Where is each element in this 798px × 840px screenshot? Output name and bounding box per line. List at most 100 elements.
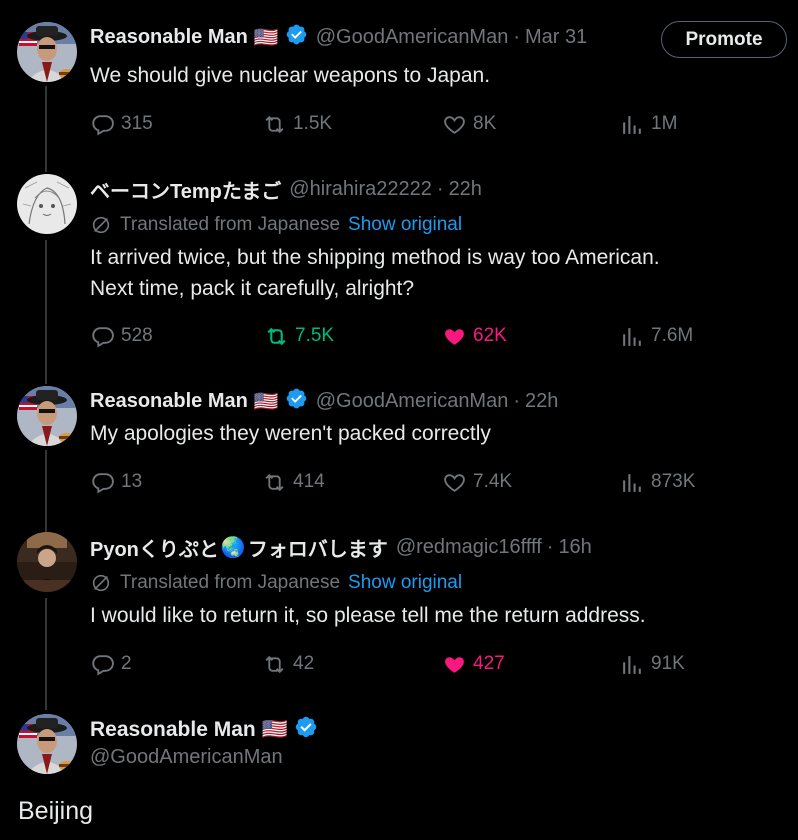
verified-badge-icon xyxy=(285,387,308,416)
tweet-text: We should give nuclear weapons to Japan. xyxy=(90,64,491,87)
avatar[interactable] xyxy=(17,174,77,234)
heart-icon xyxy=(445,328,464,345)
like-count: 8K xyxy=(473,113,497,134)
reply-button[interactable]: 13 xyxy=(90,469,142,495)
display-name[interactable]: Reasonable Man xyxy=(90,718,256,742)
promote-button[interactable]: Promote xyxy=(661,21,787,58)
tweet-header: ベーコンTempたまご @hirahira22222 · 22h xyxy=(90,175,482,204)
avatar[interactable] xyxy=(17,22,77,82)
reply-icon xyxy=(92,654,114,676)
views-button[interactable]: 7.6M xyxy=(620,323,693,349)
analytics-icon xyxy=(623,655,641,674)
reply-icon xyxy=(92,472,114,494)
display-name[interactable]: ベーコンTempたまご xyxy=(90,175,281,204)
display-name-suffix[interactable]: フォロバします xyxy=(248,533,388,562)
retweet-button[interactable]: 414 xyxy=(262,469,325,495)
separator-dot: · xyxy=(513,389,521,412)
avatar-pyon-image xyxy=(17,532,77,592)
retweet-count: 7.5K xyxy=(295,325,335,346)
view-count: 873K xyxy=(651,471,696,492)
retweet-icon xyxy=(265,655,284,673)
main-display-name-row: Reasonable Man 🇺🇸 xyxy=(90,716,318,744)
reply-icon xyxy=(92,326,114,348)
reply-count: 13 xyxy=(121,471,143,492)
tweet[interactable]: Reasonable Man 🇺🇸 @GoodAmericanMan · Mar… xyxy=(0,0,798,160)
tweet-header: Reasonable Man 🇺🇸 @GoodAmericanMan · Mar… xyxy=(90,24,587,50)
avatar-bacon-sketch-image xyxy=(17,174,77,234)
reply-button[interactable]: 315 xyxy=(90,111,153,137)
tweet[interactable]: ベーコンTempたまご @hirahira22222 · 22h Transla… xyxy=(0,160,798,382)
separator-dot: · xyxy=(546,535,554,558)
separator-dot: · xyxy=(513,25,521,48)
tweet[interactable]: Pyonくりぷと 🌏 フォロバします @redmagic16ffff · 16h… xyxy=(0,528,798,704)
user-handle[interactable]: @GoodAmericanMan xyxy=(316,26,509,49)
user-handle[interactable]: @hirahira22222 xyxy=(289,178,432,201)
retweet-button[interactable]: 42 xyxy=(262,651,314,677)
tweet-actions: 315 1.5K 8K 1M xyxy=(90,111,780,137)
tweet[interactable]: Reasonable Man 🇺🇸 @GoodAmericanMan · 22h… xyxy=(0,382,798,528)
tweet-text: My apologies they weren't packed correct… xyxy=(90,422,491,445)
display-name[interactable]: Reasonable Man xyxy=(90,390,248,413)
avatar[interactable] xyxy=(17,532,77,592)
main-user-handle[interactable]: @GoodAmericanMan xyxy=(90,746,283,769)
retweet-button[interactable]: 7.5K xyxy=(264,323,334,349)
verified-badge-icon xyxy=(285,23,308,52)
tweet-actions: 13 414 7.4K 873K xyxy=(90,469,780,495)
translation-notice: Translated from Japanese Show original xyxy=(90,571,462,595)
user-handle[interactable]: @GoodAmericanMan xyxy=(316,390,509,413)
translated-label: Translated from Japanese xyxy=(120,214,341,235)
tweet-text-line: Next time, pack it carefully, alright? xyxy=(90,277,415,300)
reply-icon xyxy=(92,114,114,136)
timestamp[interactable]: Mar 31 xyxy=(525,26,587,49)
us-flag-emoji: 🇺🇸 xyxy=(253,26,279,49)
like-count: 62K xyxy=(473,325,507,346)
tweet-header: Reasonable Man 🇺🇸 @GoodAmericanMan · 22h xyxy=(90,388,558,414)
like-button[interactable]: 427 xyxy=(442,651,505,677)
retweet-count: 1.5K xyxy=(293,113,333,134)
like-button[interactable]: 62K xyxy=(442,323,507,349)
retweet-icon xyxy=(265,473,284,491)
like-button[interactable]: 8K xyxy=(442,111,496,137)
main-tweet-text: Beijing xyxy=(18,797,94,825)
avatar-reasonable-man-image xyxy=(17,714,77,774)
tweet-text: I would like to return it, so please tel… xyxy=(90,604,646,627)
views-button[interactable]: 1M xyxy=(620,111,677,137)
views-button[interactable]: 873K xyxy=(620,469,695,495)
analytics-icon xyxy=(623,115,641,134)
retweet-button[interactable]: 1.5K xyxy=(262,111,332,137)
like-count: 7.4K xyxy=(473,471,513,492)
verified-badge-icon xyxy=(294,715,318,745)
us-flag-emoji: 🇺🇸 xyxy=(253,390,279,413)
avatar[interactable] xyxy=(17,386,77,446)
reply-button[interactable]: 528 xyxy=(90,323,153,349)
retweet-count: 42 xyxy=(293,653,315,674)
translate-icon xyxy=(92,216,110,234)
analytics-icon xyxy=(623,327,641,346)
show-original-link[interactable]: Show original xyxy=(348,572,462,594)
avatar[interactable] xyxy=(17,714,77,774)
like-button[interactable]: 7.4K xyxy=(442,469,512,495)
us-flag-emoji: 🇺🇸 xyxy=(261,718,288,741)
retweet-icon xyxy=(265,115,284,133)
separator-dot: · xyxy=(436,177,444,200)
view-count: 7.6M xyxy=(651,325,694,346)
tweet-actions: 2 42 427 91K xyxy=(90,651,780,677)
reply-button[interactable]: 2 xyxy=(90,651,132,677)
timestamp[interactable]: 22h xyxy=(449,178,482,201)
display-name[interactable]: Pyonくりぷと xyxy=(90,533,219,562)
timestamp[interactable]: 22h xyxy=(525,390,558,413)
analytics-icon xyxy=(623,473,641,492)
heart-icon xyxy=(444,473,465,492)
heart-icon xyxy=(444,115,465,134)
tweet-header: Pyonくりぷと 🌏 フォロバします @redmagic16ffff · 16h xyxy=(90,533,592,562)
view-count: 91K xyxy=(651,653,685,674)
retweet-count: 414 xyxy=(293,471,325,492)
view-count: 1M xyxy=(651,113,678,134)
display-name[interactable]: Reasonable Man xyxy=(90,26,248,49)
show-original-link[interactable]: Show original xyxy=(348,214,462,236)
user-handle[interactable]: @redmagic16ffff xyxy=(396,536,542,559)
timestamp[interactable]: 16h xyxy=(558,536,591,559)
heart-icon xyxy=(445,656,464,673)
views-button[interactable]: 91K xyxy=(620,651,685,677)
globe-emoji: 🌏 xyxy=(220,536,246,559)
